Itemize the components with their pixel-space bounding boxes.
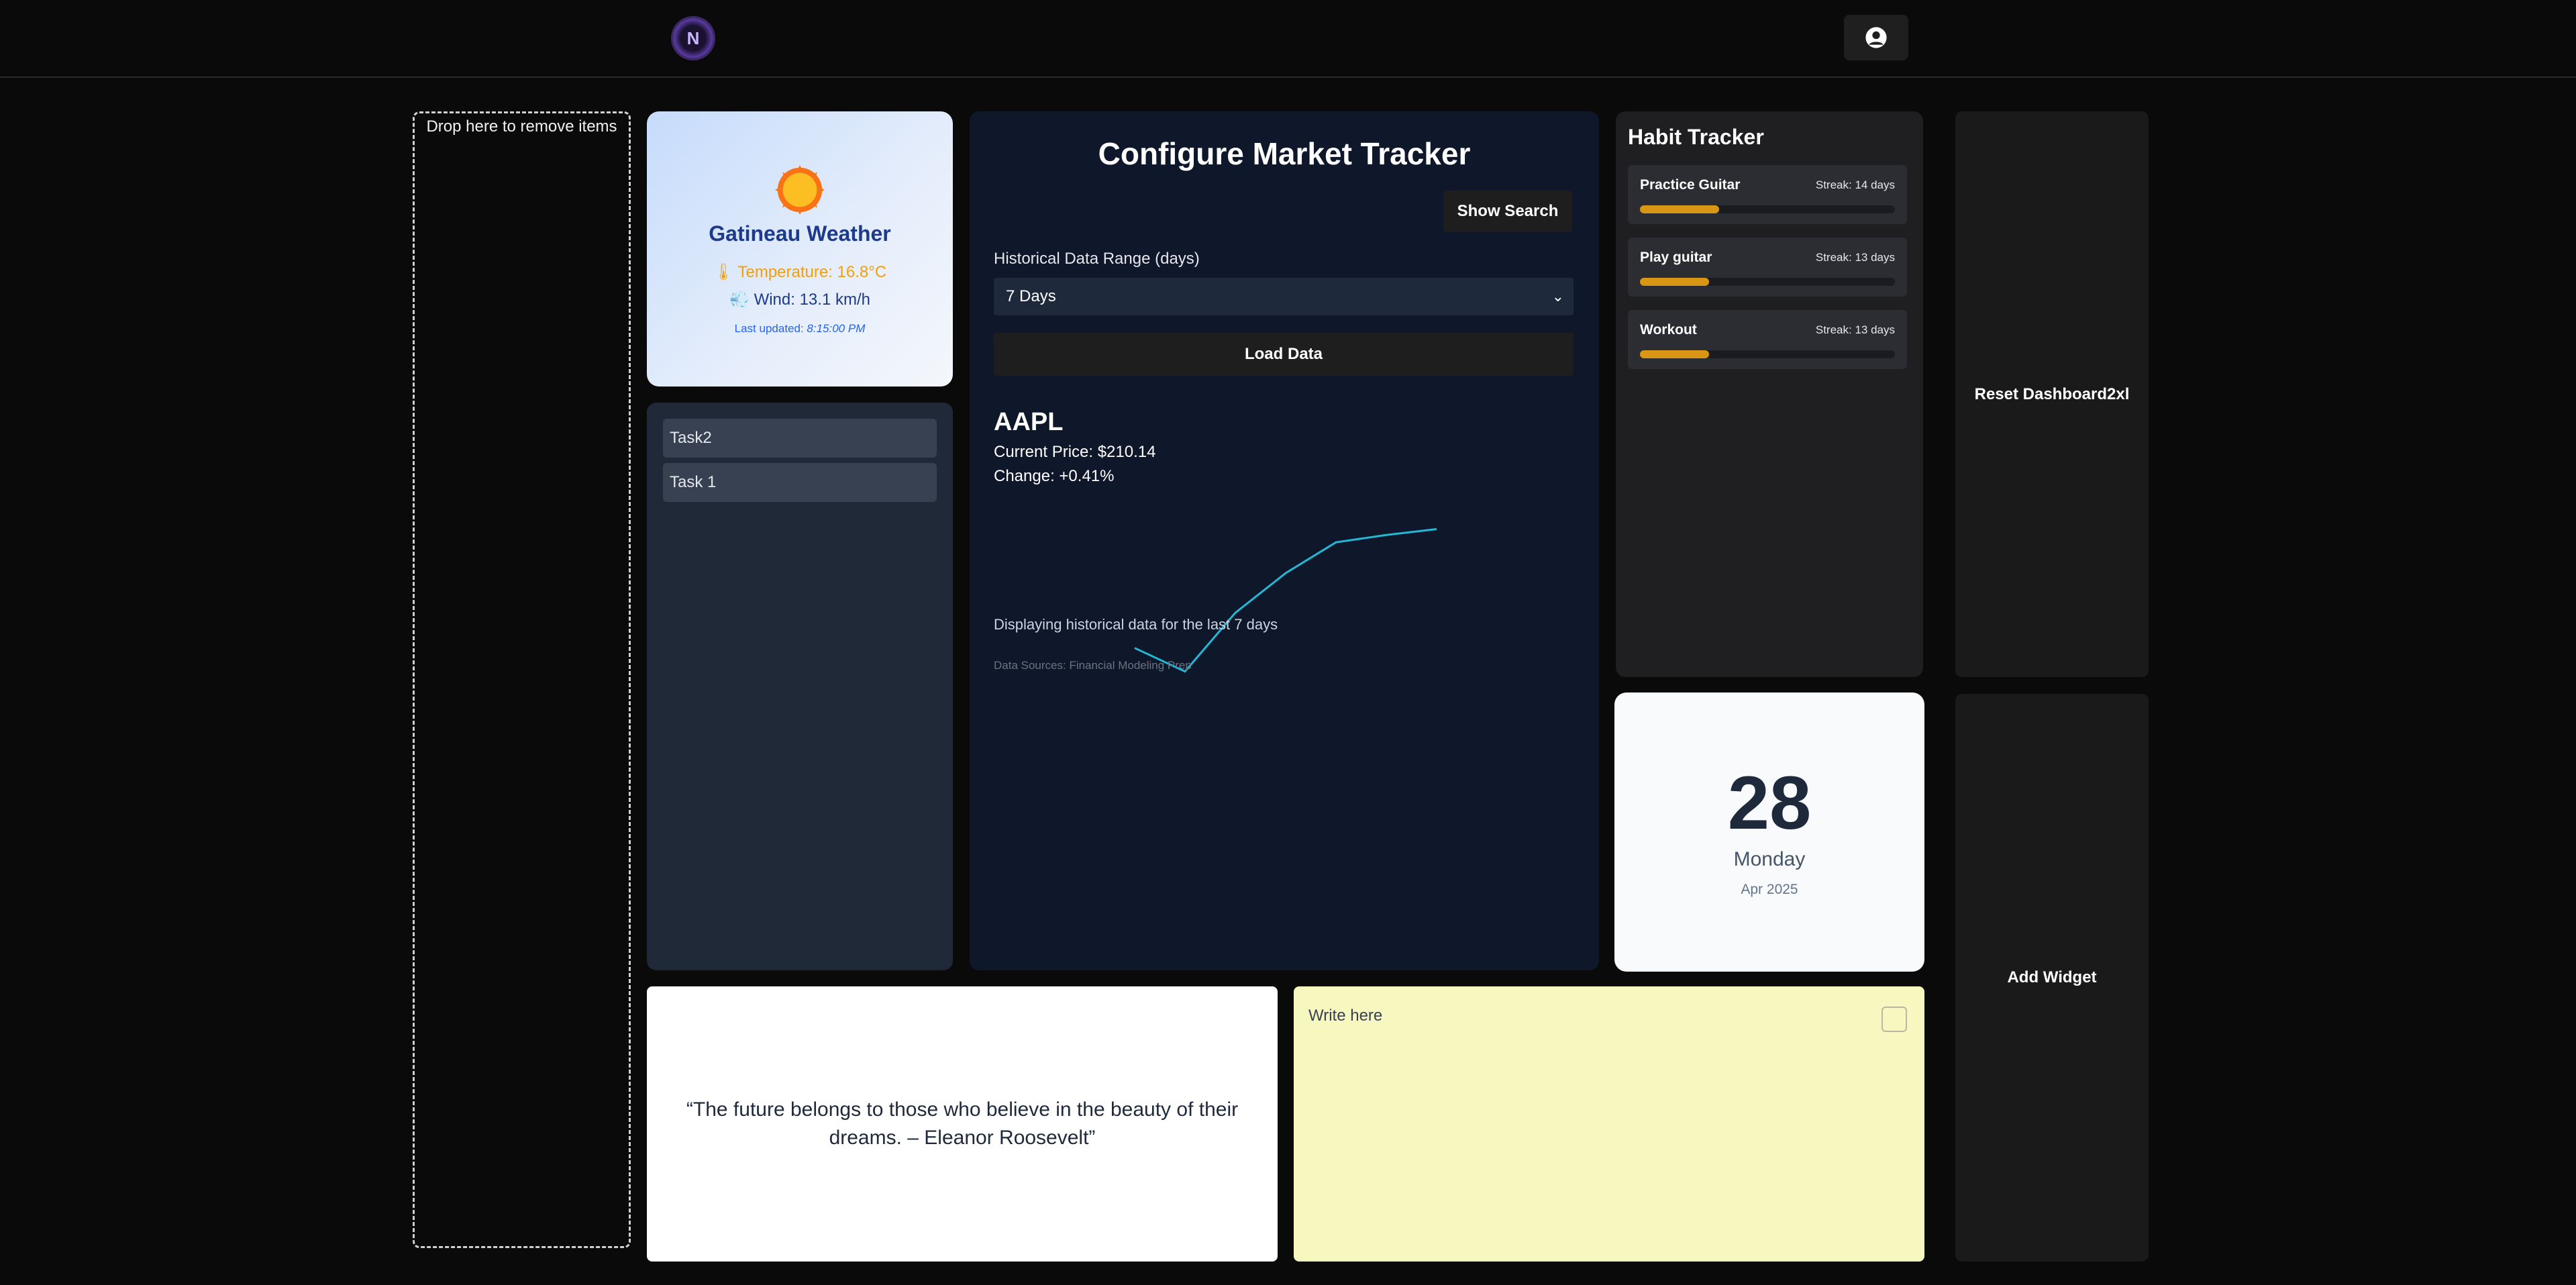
top-bar	[0, 0, 2576, 78]
weather-widget[interactable]: Gatineau Weather 🌡 Temperature: 16.8°C 💨…	[647, 111, 953, 387]
sticky-note-widget[interactable]: Write here	[1294, 986, 1924, 1262]
weather-temperature: 🌡 Temperature: 16.8°C	[713, 263, 887, 281]
quote-widget: “The future belongs to those who believe…	[647, 986, 1278, 1262]
habit-streak: Streak: 14 days	[1815, 178, 1895, 191]
habit-name: Workout	[1640, 322, 1697, 338]
price-change: Change: +0.41%	[994, 467, 1115, 485]
history-note: Displaying historical data for the last …	[994, 616, 1278, 633]
range-select-value: 7 Days	[1006, 287, 1056, 305]
range-select[interactable]: 7 Days ⌄	[994, 278, 1574, 315]
note-input[interactable]: Write here	[1308, 1007, 1382, 1025]
current-price: Current Price: $210.14	[994, 443, 1156, 461]
range-label: Historical Data Range (days)	[994, 250, 1200, 268]
load-data-button[interactable]: Load Data	[994, 333, 1574, 376]
habit-item[interactable]: Play guitar Streak: 13 days	[1628, 238, 1907, 297]
habit-progress-fill	[1640, 278, 1709, 286]
weather-city: Gatineau Weather	[709, 221, 891, 246]
tasks-widget: Task2 Task 1	[647, 403, 953, 970]
habit-progress-bar	[1640, 350, 1895, 358]
data-sources: Data Sources: Financial Modeling Prep	[994, 659, 1192, 672]
habit-name: Play guitar	[1640, 250, 1712, 265]
calendar-day: 28	[1727, 761, 1812, 845]
stock-ticker: AAPL	[994, 408, 1064, 436]
weather-wind: 💨 Wind: 13.1 km/h	[729, 291, 870, 309]
last-updated-label: Last updated:	[734, 322, 807, 335]
habit-progress-fill	[1640, 350, 1709, 358]
habit-progress-fill	[1640, 205, 1719, 213]
price-line-chart	[1134, 528, 1437, 673]
chevron-down-icon: ⌄	[1551, 288, 1564, 305]
habit-progress-bar	[1640, 205, 1895, 213]
task-item[interactable]: Task2	[663, 419, 937, 458]
habit-streak: Streak: 13 days	[1815, 323, 1895, 336]
habit-progress-bar	[1640, 278, 1895, 286]
remove-drop-zone[interactable]: Drop here to remove items	[413, 111, 631, 1248]
calendar-weekday: Monday	[1733, 848, 1806, 870]
last-updated-time: 8:15:00 PM	[807, 322, 866, 335]
habit-streak: Streak: 13 days	[1815, 251, 1895, 264]
drop-zone-label: Drop here to remove items	[426, 117, 617, 136]
calendar-widget: 28 Monday Apr 2025	[1614, 692, 1924, 972]
habit-tracker-title: Habit Tracker	[1628, 125, 1764, 149]
quote-text: “The future belongs to those who believe…	[686, 1098, 1239, 1149]
price-series-line	[1134, 528, 1437, 673]
habit-name: Practice Guitar	[1640, 177, 1741, 193]
habit-item[interactable]: Practice Guitar Streak: 14 days	[1628, 165, 1907, 224]
market-title: Configure Market Tracker	[1098, 136, 1471, 171]
note-checkbox[interactable]	[1882, 1007, 1907, 1032]
task-item[interactable]: Task 1	[663, 463, 937, 502]
app-logo[interactable]: N	[671, 16, 715, 60]
reset-dashboard-button[interactable]: Reset Dashboard2xl	[1955, 111, 2149, 677]
logo-text: N	[686, 28, 700, 48]
market-tracker-widget: Configure Market Tracker Show Search His…	[970, 111, 1599, 970]
add-widget-button[interactable]: Add Widget	[1955, 694, 2149, 1262]
sun-icon	[774, 164, 825, 215]
habit-item[interactable]: Workout Streak: 13 days	[1628, 310, 1907, 369]
habit-tracker-widget: Habit Tracker Practice Guitar Streak: 14…	[1616, 111, 1923, 677]
user-circle-icon	[1865, 27, 1887, 48]
profile-button[interactable]	[1844, 15, 1908, 60]
calendar-month: Apr 2025	[1741, 882, 1798, 897]
show-search-button[interactable]: Show Search	[1443, 191, 1572, 232]
weather-last-updated: Last updated: 8:15:00 PM	[647, 322, 953, 336]
